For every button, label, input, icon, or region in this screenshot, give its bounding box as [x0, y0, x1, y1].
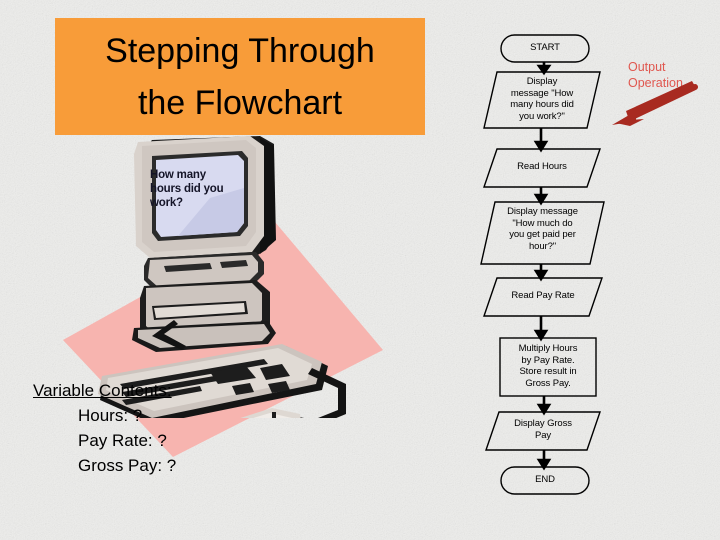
variable-item-pay-rate: Pay Rate: ?: [78, 431, 167, 450]
flow-shape-display-hours-prompt: [483, 71, 601, 129]
variable-contents-block: Variable Contents: Hours: ? Pay Rate: ? …: [33, 378, 176, 478]
page-title-line-2: the Flowchart: [137, 83, 343, 122]
flow-shape-multiply: [499, 337, 597, 397]
flow-shape-read-hours: [483, 148, 601, 188]
title-banner: Stepping Through the Flowchart: [55, 18, 425, 135]
flow-shape-display-rate-prompt: [480, 201, 605, 265]
variable-item-hours: Hours: ?: [78, 406, 143, 425]
flow-shape-start: [500, 34, 590, 63]
variable-contents-heading: Variable Contents:: [33, 381, 172, 400]
annotation-line-1: Output: [628, 60, 666, 74]
slide-canvas: Stepping Through the Flowchart How many …: [0, 0, 720, 540]
flow-shape-end: [500, 466, 590, 495]
flow-shape-display-gross: [485, 411, 601, 451]
page-title-line-1: Stepping Through: [105, 31, 375, 70]
monitor-screen-message: How many hours did you work?: [150, 169, 224, 209]
variable-item-gross-pay: Gross Pay: ?: [78, 456, 177, 475]
flow-shape-read-pay-rate: [483, 277, 603, 317]
annotation-arrow-icon: [600, 78, 710, 138]
